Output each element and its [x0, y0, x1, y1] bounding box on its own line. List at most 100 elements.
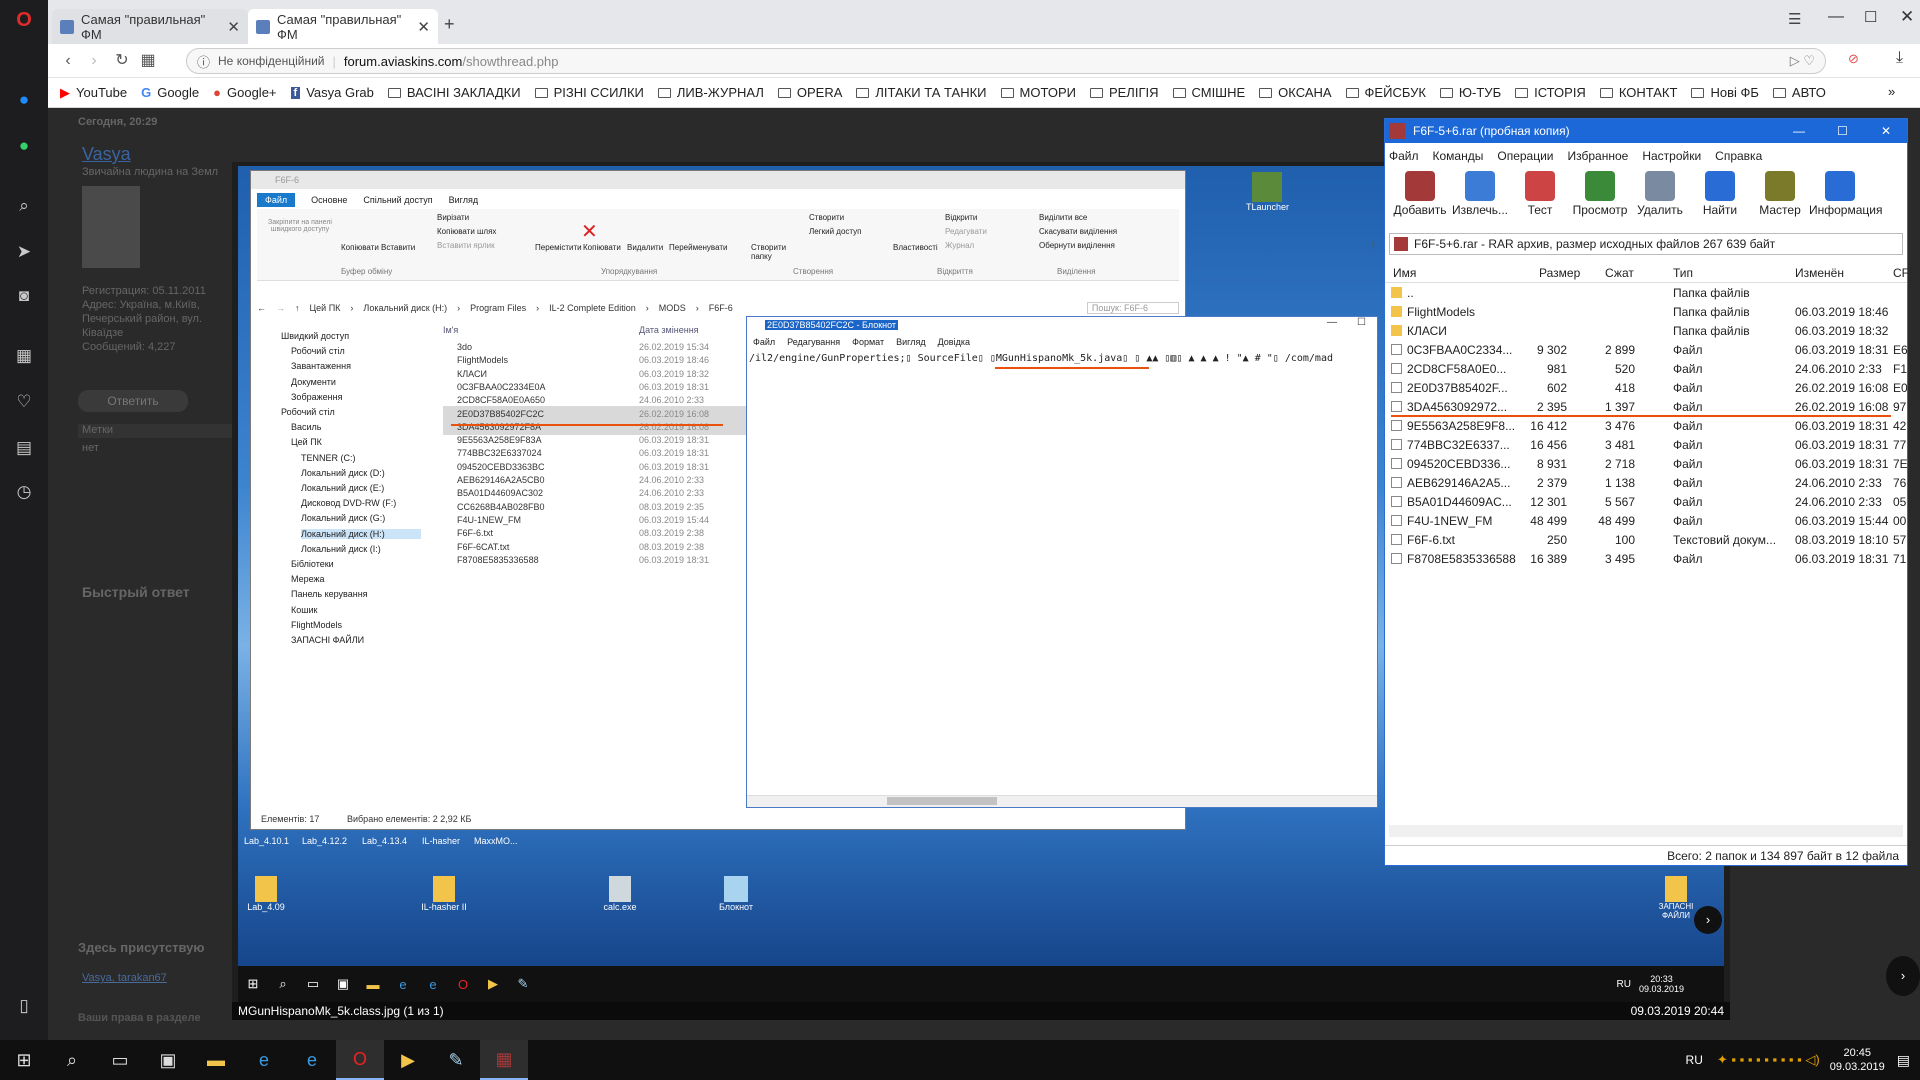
nav-item[interactable]: TENNER (C:) — [301, 453, 356, 463]
nav-item[interactable]: Мережа — [291, 574, 325, 584]
test-button[interactable]: Тест — [1509, 171, 1571, 217]
invert-selection-button[interactable]: Обернути виділення — [1039, 241, 1115, 250]
bookmark-folder[interactable]: КОНТАКТ — [1599, 85, 1677, 100]
forward-icon[interactable]: › — [84, 51, 104, 71]
ribbon-tab-share[interactable]: Спільний доступ — [363, 195, 432, 205]
bookmark-folder[interactable]: OPERA — [777, 85, 842, 100]
nav-item[interactable]: Завантаження — [291, 361, 351, 371]
explorer-button[interactable]: ▬ — [192, 1040, 240, 1080]
bookmark-vasya-grab[interactable]: f Vasya Grab — [290, 85, 374, 100]
history-icon[interactable]: ◷ — [14, 482, 34, 502]
view-button[interactable]: Просмотр — [1569, 171, 1631, 217]
new-folder-button[interactable]: Створити папку — [751, 243, 791, 261]
minimize-icon[interactable]: — — [1793, 119, 1805, 143]
bookmark-folder[interactable]: ІСТОРІЯ — [1515, 85, 1586, 100]
viewer-next-outer-icon[interactable]: › — [1886, 956, 1920, 996]
desktop-icon-calc[interactable]: calc.exe — [598, 876, 642, 912]
desktop-icon-notepad[interactable]: Блокнот — [714, 876, 758, 912]
notepad-textarea[interactable]: /il2/engine/GunProperties;▯ SourceFile▯ … — [749, 353, 1369, 364]
copy-to-button[interactable]: Копіювати — [583, 243, 621, 252]
close-icon[interactable]: ✕ — [417, 18, 430, 36]
desktop-icon-tlauncher[interactable]: TLauncher — [1246, 172, 1289, 212]
bookmark-youtube[interactable]: ▶ YouTube — [60, 85, 127, 101]
tab-2[interactable]: Самая "правильная" ФМ ✕ — [248, 9, 438, 44]
scroll-thumb[interactable] — [887, 797, 997, 805]
bookmark-folder[interactable]: МОТОРИ — [1000, 85, 1076, 100]
tab-menu-icon[interactable]: ☰ — [1788, 10, 1801, 28]
whatsapp-icon[interactable]: ● — [14, 136, 34, 156]
desktop-icon-lab[interactable]: Lab_4.13.4 — [362, 836, 407, 846]
path-segment[interactable]: MODS — [659, 303, 686, 313]
path-segment[interactable]: Локальний диск (H:) — [363, 303, 447, 313]
col-name[interactable]: Ім'я — [443, 325, 458, 335]
table-row[interactable]: F4U-1NEW_FM 48 499 48 499 Файл 06.03.2019 15… — [1389, 511, 1906, 530]
col-name[interactable]: Имя — [1393, 266, 1416, 280]
extract-button[interactable]: Извлечь... — [1449, 171, 1511, 217]
find-button[interactable]: Найти — [1689, 171, 1751, 217]
heart-icon[interactable]: ▷ ♡ — [1790, 53, 1815, 69]
bookmark-folder[interactable]: ЛИВ-ЖУРНАЛ — [657, 85, 764, 100]
nav-item[interactable]: Локальний диск (I:) — [301, 544, 381, 554]
paste-shortcut-button[interactable]: Вставити ярлик — [437, 241, 495, 250]
table-row[interactable]: B5A01D44609AC... 12 301 5 567 Файл 24.06.201… — [1389, 492, 1906, 511]
table-row[interactable]: AEB629146A2A5... 2 379 1 138 Файл 24.06.2010… — [1389, 473, 1906, 492]
nav-item[interactable]: Локальний диск (H:) — [301, 528, 421, 539]
col-type[interactable]: Тип — [1673, 266, 1693, 280]
desktop-icon-lab[interactable]: Lab_4.12.2 — [302, 836, 347, 846]
table-row[interactable]: 3DA4563092972... 2 395 1 397 Файл 26.02.2019… — [1389, 397, 1906, 416]
delete-button[interactable]: Удалить — [1629, 171, 1691, 217]
forward-icon[interactable]: → — [276, 303, 285, 313]
table-row[interactable]: 0C3FBAA0C2334... 9 302 2 899 Файл 06.03.2019… — [1389, 340, 1908, 359]
table-row[interactable]: F8708E583533658806.03.2019 18:31Фа — [443, 552, 845, 568]
path-segment[interactable]: Цей ПК — [310, 303, 341, 313]
properties-button[interactable]: Властивості — [893, 243, 938, 252]
viewer-next-icon[interactable]: › — [1694, 906, 1722, 934]
menu-help[interactable]: Справка — [1715, 149, 1762, 163]
notepad-scrollbar[interactable] — [747, 795, 1377, 807]
media-button[interactable]: ▶ — [384, 1040, 432, 1080]
more-bookmarks-button[interactable]: » — [1888, 84, 1895, 99]
open-button[interactable]: Відкрити — [945, 213, 977, 222]
wizard-button[interactable]: Мастер — [1749, 171, 1811, 217]
rename-button[interactable]: Перейменувати — [669, 243, 728, 252]
tab-1[interactable]: Самая "правильная" ФМ ✕ — [52, 9, 248, 44]
bookmarks-heart-icon[interactable]: ♡ — [14, 392, 34, 412]
bookmark-google[interactable]: G Google — [141, 85, 199, 100]
table-row[interactable]: 774BBC32E6337... 16 456 3 481 Файл 06.03.201… — [1389, 435, 1906, 454]
ribbon-tab-view[interactable]: Вигляд — [449, 195, 479, 205]
info-button[interactable]: Информация — [1809, 171, 1882, 217]
menu-file[interactable]: Файл — [753, 337, 775, 347]
bookmark-folder[interactable]: РІЗНІ ССИЛКИ — [534, 85, 644, 100]
ribbon-tab-file[interactable]: Файл — [257, 193, 296, 207]
copy-path-button[interactable]: Копіювати шлях — [437, 227, 496, 236]
easy-access-button[interactable]: Легкий доступ — [809, 227, 861, 236]
table-row[interactable]: F8708E5835336588 16 389 3 495 Файл 06.03.201… — [1389, 549, 1906, 568]
bookmark-folder[interactable]: Ю-ТУБ — [1439, 85, 1501, 100]
nav-item[interactable]: Робочий стіл — [281, 407, 335, 417]
bookmark-folder[interactable]: ФЕЙСБУК — [1345, 85, 1426, 100]
nav-item[interactable]: Зображення — [291, 392, 342, 402]
paste-button[interactable]: Вставити — [381, 243, 415, 252]
ribbon-tab-home[interactable]: Основне — [311, 195, 347, 205]
nav-item[interactable]: Робочий стіл — [291, 346, 345, 356]
search-button[interactable]: ⌕ — [48, 1040, 96, 1080]
opera-menu-icon[interactable]: O — [14, 10, 34, 30]
edge-button[interactable]: e — [288, 1040, 336, 1080]
desktop-icon-hasher[interactable]: IL-hasher — [422, 836, 460, 846]
nav-item[interactable]: Локальний диск (D:) — [301, 468, 385, 478]
nav-item[interactable]: Цей ПК — [291, 437, 322, 447]
explorer-search-input[interactable]: Пошук: F6F-6 — [1086, 302, 1179, 314]
language-indicator[interactable]: RU — [1686, 1053, 1703, 1067]
maximize-icon[interactable]: ☐ — [1357, 317, 1366, 328]
col-date[interactable]: Дата змінення — [639, 325, 699, 335]
menu-file[interactable]: Файл — [1389, 149, 1419, 163]
start-button[interactable]: ⊞ — [0, 1040, 48, 1080]
opera-button[interactable]: O — [336, 1040, 384, 1080]
new-tab-icon[interactable]: + — [444, 14, 455, 35]
select-none-button[interactable]: Скасувати виділення — [1039, 227, 1117, 236]
news-icon[interactable]: ▤ — [14, 438, 34, 458]
bookmark-google-plus[interactable]: ● Google+ — [213, 85, 276, 100]
bookmark-folder[interactable]: ВАСІНІ ЗАКЛАДКИ — [387, 85, 521, 100]
desktop-icon-hasher2[interactable]: IL-hasher II — [416, 876, 472, 912]
menu-favorites[interactable]: Избранное — [1568, 149, 1629, 163]
